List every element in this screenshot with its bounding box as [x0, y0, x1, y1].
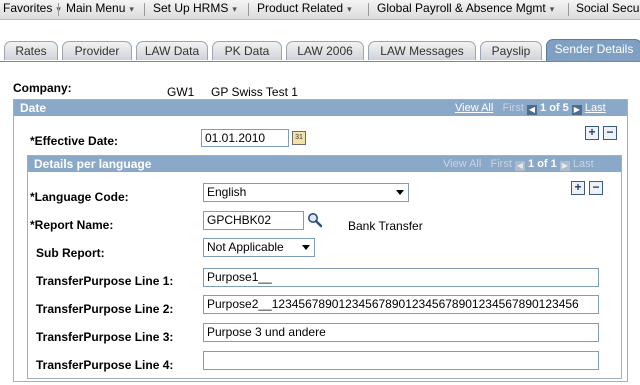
calendar-icon[interactable]: 31: [292, 131, 306, 145]
language-code-select[interactable]: English: [203, 183, 409, 202]
next-icon: ▶: [559, 161, 570, 171]
report-description: Bank Transfer: [348, 219, 423, 233]
lookup-icon[interactable]: [307, 212, 323, 228]
company-name: GP Swiss Test 1: [211, 85, 298, 99]
menu-favorites[interactable]: Favorites▾: [3, 0, 61, 19]
view-all-link[interactable]: View All: [455, 102, 493, 114]
add-row-plus-icon[interactable]: +: [585, 126, 599, 140]
tab-underline: [0, 61, 640, 62]
sub-report-value: Not Applicable: [207, 240, 284, 254]
date-group-header: Date View All First ◀ 1 of 5 ▶ Last: [14, 100, 627, 116]
chevron-down-icon: ▾: [232, 4, 237, 14]
previous-icon: ◀: [514, 161, 525, 171]
effective-date-field[interactable]: 01.01.2010: [201, 129, 289, 147]
transfer-purpose-line-1-field[interactable]: Purpose1__: [203, 268, 599, 287]
language-code-value: English: [207, 185, 247, 199]
date-group-title: Date: [20, 101, 47, 115]
language-group-header: Details per language View All First ◀ 1 …: [28, 156, 621, 172]
sub-report-label: Sub Report:: [36, 246, 105, 260]
view-all-link: View All: [443, 158, 482, 170]
report-name-field[interactable]: GPCHBK02: [203, 211, 304, 230]
chevron-down-icon: ▾: [347, 4, 352, 14]
tab-rates[interactable]: Rates: [4, 41, 58, 60]
tab-payslip[interactable]: Payslip: [480, 41, 542, 60]
tab-law-messages[interactable]: LAW Messages: [368, 41, 476, 60]
delete-row-minus-icon[interactable]: −: [603, 126, 617, 140]
last-link: Last: [572, 158, 594, 170]
previous-icon[interactable]: ◀: [526, 105, 537, 115]
row-count: 1 of 1: [528, 158, 557, 170]
transfer-purpose-line-4-field[interactable]: [203, 351, 599, 370]
transfer-purpose-line-1-label: TransferPurpose Line 1:: [36, 274, 174, 288]
report-name-label: *Report Name:: [30, 218, 114, 232]
chevron-down-icon: [396, 190, 404, 195]
tab-sender-details[interactable]: Sender Details: [546, 39, 640, 61]
menu-set-up-hrms[interactable]: Set Up HRMS ▾: [153, 0, 237, 19]
page-tabs: Rates Provider LAW Data PK Data LAW 2006…: [0, 39, 640, 61]
company-label: Company:: [13, 81, 72, 95]
last-link[interactable]: Last: [585, 102, 606, 114]
transfer-purpose-line-4-label: TransferPurpose Line 4:: [36, 358, 174, 372]
menu-product-related[interactable]: Product Related ▾: [257, 0, 352, 19]
menu-divider: [368, 3, 369, 16]
menu-global-payroll[interactable]: Global Payroll & Absence Mgmt ▾: [377, 0, 554, 19]
menu-divider: [568, 3, 569, 16]
menu-divider: [144, 3, 145, 16]
tab-pk-data[interactable]: PK Data: [212, 41, 282, 60]
chevron-down-icon: ▾: [549, 4, 555, 14]
menu-main-menu[interactable]: Main Menu ▾: [66, 0, 134, 19]
transfer-purpose-line-3-label: TransferPurpose Line 3:: [36, 330, 174, 344]
date-group-navigation: View All First ◀ 1 of 5 ▶ Last: [455, 102, 606, 115]
language-group-navigation: View All First ◀ 1 of 1 ▶ Last: [443, 158, 594, 171]
next-icon[interactable]: ▶: [571, 105, 582, 115]
language-code-label: *Language Code:: [30, 190, 129, 204]
date-group: Date View All First ◀ 1 of 5 ▶ Last *Eff…: [13, 99, 628, 382]
top-menu-bar: Favorites▾ Main Menu▾ Set Up HRMS▾ Produ…: [0, 0, 640, 20]
transfer-purpose-line-2-label: TransferPurpose Line 2:: [36, 302, 174, 316]
menu-divider: [58, 3, 59, 16]
language-group-title: Details per language: [34, 157, 152, 171]
tab-law-data[interactable]: LAW Data: [136, 41, 208, 60]
company-code: GW1: [167, 85, 195, 99]
tab-law-2006[interactable]: LAW 2006: [286, 41, 364, 60]
delete-language-minus-icon[interactable]: −: [589, 181, 603, 195]
tab-provider[interactable]: Provider: [62, 41, 132, 60]
chevron-down-icon: ▾: [129, 4, 134, 14]
menu-divider: [248, 3, 249, 16]
first-link: First: [490, 158, 512, 170]
chevron-down-icon: [302, 245, 310, 250]
add-language-plus-icon[interactable]: +: [571, 181, 585, 195]
sub-report-select[interactable]: Not Applicable: [203, 238, 315, 257]
first-link: First: [502, 102, 524, 114]
transfer-purpose-line-2-field[interactable]: Purpose2__123456789012345678901234567890…: [203, 295, 599, 314]
row-count: 1 of 5: [540, 102, 569, 114]
effective-date-label: *Effective Date:: [30, 134, 119, 148]
menu-social-security[interactable]: Social Secu: [576, 0, 639, 19]
transfer-purpose-line-3-field[interactable]: Purpose 3 und andere: [203, 323, 599, 342]
language-group: Details per language View All First ◀ 1 …: [27, 155, 622, 379]
